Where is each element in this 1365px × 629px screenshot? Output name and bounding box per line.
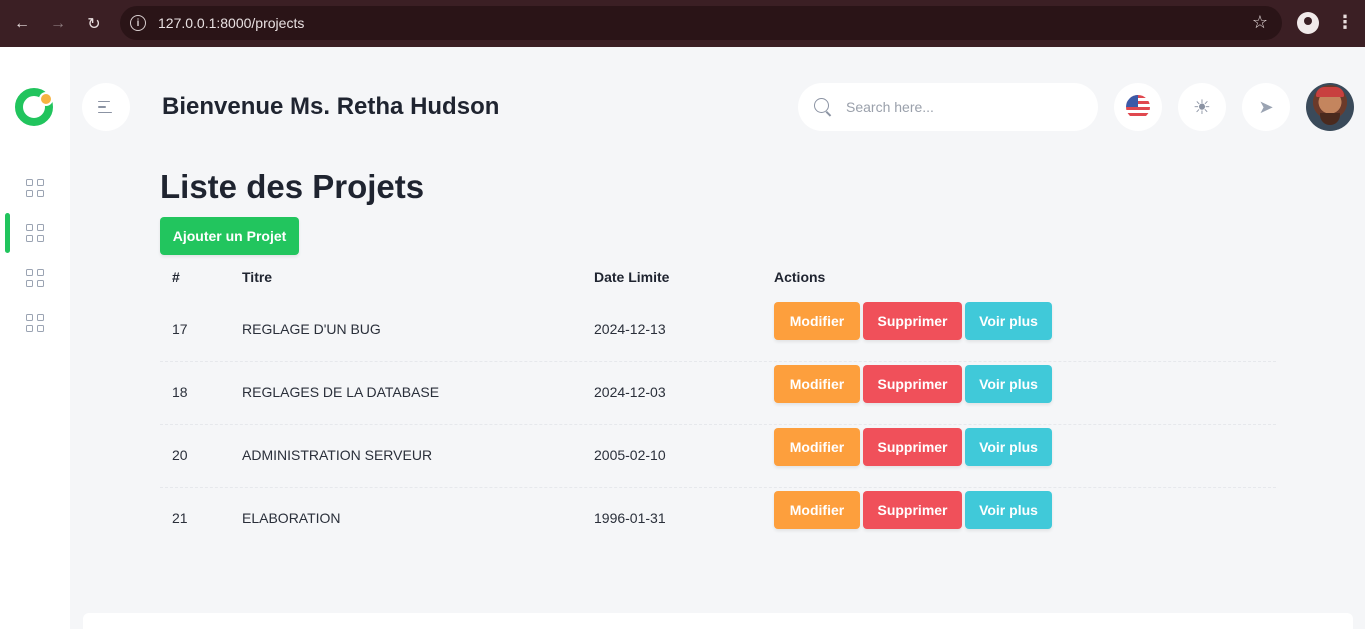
menu-toggle-button[interactable] (82, 83, 130, 131)
table-row: 20 ADMINISTRATION SERVEUR 2005-02-10 Mod… (160, 425, 1276, 488)
arrow-right-icon: → (50, 14, 66, 32)
row-title: REGLAGE D'UN BUG (242, 321, 381, 337)
avatar[interactable] (1306, 83, 1354, 131)
edit-button[interactable]: Modifier (774, 302, 860, 340)
site-info-icon[interactable]: i (130, 15, 146, 31)
footer-card (83, 613, 1353, 629)
grid-icon (26, 269, 33, 276)
theme-toggle-button[interactable]: ☀ (1178, 83, 1226, 131)
back-button[interactable]: ← (4, 6, 40, 42)
arrow-left-icon: ← (14, 14, 30, 32)
url-text: 127.0.0.1:8000/projects (158, 15, 305, 31)
table-row: 17 REGLAGE D'UN BUG 2024-12-13 Modifier … (160, 299, 1276, 362)
column-header-deadline: Date Limite (594, 269, 670, 285)
reload-icon: ↻ (87, 15, 101, 33)
sidebar-item-4[interactable] (26, 314, 44, 332)
row-deadline: 1996-01-31 (594, 510, 666, 526)
browser-toolbar: ← → ↻ i 127.0.0.1:8000/projects ☆ ⋮ (0, 0, 1365, 47)
row-deadline: 2024-12-13 (594, 321, 666, 337)
row-id: 21 (172, 510, 188, 526)
us-flag-icon (1126, 95, 1150, 119)
view-more-button[interactable]: Voir plus (965, 365, 1052, 403)
column-header-actions: Actions (774, 269, 826, 285)
address-bar[interactable]: i 127.0.0.1:8000/projects ☆ (120, 6, 1282, 40)
menu-icon (98, 100, 110, 103)
row-id: 18 (172, 384, 188, 400)
row-deadline: 2005-02-10 (594, 447, 666, 463)
search-box (798, 83, 1098, 131)
edit-button[interactable]: Modifier (774, 428, 860, 466)
grid-icon (26, 179, 33, 186)
grid-icon (26, 314, 33, 321)
sun-icon: ☀ (1193, 96, 1211, 119)
rocket-icon: ➤ (1258, 96, 1274, 117)
view-more-button[interactable]: Voir plus (965, 491, 1052, 529)
delete-button[interactable]: Supprimer (863, 365, 962, 403)
sidebar-item-1[interactable] (26, 179, 44, 197)
sidebar-item-2[interactable] (26, 224, 44, 242)
row-title: REGLAGES DE LA DATABASE (242, 384, 440, 400)
browser-menu-icon[interactable]: ⋮ (1336, 12, 1354, 33)
column-header-id: # (172, 269, 180, 285)
view-more-button[interactable]: Voir plus (965, 428, 1052, 466)
app-logo[interactable] (15, 88, 53, 126)
add-project-button[interactable]: Ajouter un Projet (160, 217, 299, 255)
table-row: 18 REGLAGES DE LA DATABASE 2024-12-03 Mo… (160, 362, 1276, 425)
view-more-button[interactable]: Voir plus (965, 302, 1052, 340)
table-row: 21 ELABORATION 1996-01-31 Modifier Suppr… (160, 488, 1276, 551)
row-actions: Modifier Supprimer Voir plus (774, 365, 1052, 403)
row-title: ELABORATION (242, 510, 341, 526)
delete-button[interactable]: Supprimer (863, 428, 962, 466)
row-actions: Modifier Supprimer Voir plus (774, 302, 1052, 340)
logo-dot-icon (39, 92, 53, 106)
page-title: Liste des Projets (160, 168, 425, 205)
forward-button[interactable]: → (40, 6, 76, 42)
search-icon (814, 98, 829, 113)
delete-button[interactable]: Supprimer (863, 302, 962, 340)
language-button[interactable] (1114, 83, 1162, 131)
delete-button[interactable]: Supprimer (863, 491, 962, 529)
row-deadline: 2024-12-03 (594, 384, 666, 400)
row-title: ADMINISTRATION SERVEUR (242, 447, 433, 463)
edit-button[interactable]: Modifier (774, 365, 860, 403)
rocket-button[interactable]: ➤ (1242, 83, 1290, 131)
browser-profile-icon[interactable] (1297, 12, 1319, 34)
sidebar (0, 47, 70, 629)
row-actions: Modifier Supprimer Voir plus (774, 428, 1052, 466)
row-id: 20 (172, 447, 188, 463)
search-input[interactable] (846, 95, 1076, 119)
bookmark-star-icon[interactable]: ☆ (1252, 12, 1268, 33)
sidebar-item-3[interactable] (26, 269, 44, 287)
welcome-heading: Bienvenue Ms. Retha Hudson (162, 93, 500, 120)
row-id: 17 (172, 321, 188, 337)
grid-icon (26, 224, 33, 231)
row-actions: Modifier Supprimer Voir plus (774, 491, 1052, 529)
column-header-title: Titre (242, 269, 273, 285)
edit-button[interactable]: Modifier (774, 491, 860, 529)
reload-button[interactable]: ↻ (76, 6, 112, 42)
sidebar-active-indicator (5, 213, 10, 253)
